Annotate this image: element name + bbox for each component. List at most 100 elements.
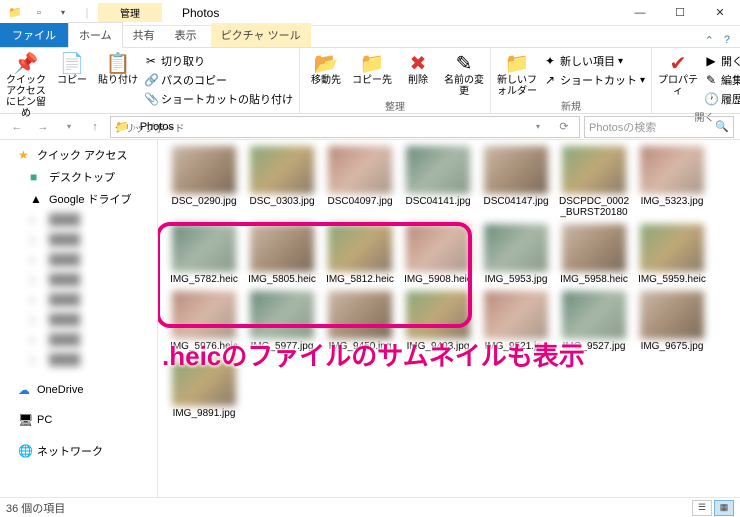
- file-thumbnail: [640, 146, 704, 194]
- nav-up-button[interactable]: ↑: [84, 116, 106, 138]
- file-item[interactable]: IMG_9450.jpg: [324, 291, 396, 352]
- nav-pinned-item[interactable]: ▪████: [0, 330, 157, 350]
- nav-back-button[interactable]: ←: [6, 116, 28, 138]
- file-item[interactable]: IMG_9675.jpg: [636, 291, 708, 352]
- file-item[interactable]: IMG_5976.heic: [168, 291, 240, 352]
- file-item[interactable]: IMG_9527.jpg: [558, 291, 630, 352]
- nav-pinned-item[interactable]: ▪████: [0, 290, 157, 310]
- nav-forward-button[interactable]: →: [32, 116, 54, 138]
- status-item-count: 36 個の項目: [6, 500, 65, 516]
- qat-dropdown[interactable]: ▾: [52, 3, 74, 23]
- qat-divider: |: [76, 3, 98, 23]
- paste-shortcut-button[interactable]: 📎ショートカットの貼り付け: [142, 90, 295, 108]
- file-thumbnail: [250, 224, 314, 272]
- nav-pc[interactable]: 🖥PC: [0, 410, 157, 430]
- file-item[interactable]: IMG_5805.heic: [246, 224, 318, 285]
- nav-quick-access[interactable]: ★クイック アクセス: [0, 144, 157, 166]
- file-thumbnail: [406, 146, 470, 194]
- history-button[interactable]: 🕐履歴: [702, 90, 740, 108]
- view-details-button[interactable]: ☰: [692, 500, 712, 516]
- tab-home[interactable]: ホーム: [68, 22, 123, 48]
- file-thumbnail: [250, 146, 314, 194]
- file-thumbnail: [562, 291, 626, 339]
- file-item[interactable]: DSC_0290.jpg: [168, 146, 240, 218]
- tab-file[interactable]: ファイル: [0, 23, 68, 47]
- cut-button[interactable]: ✂切り取り: [142, 52, 295, 70]
- status-bar: 36 個の項目 ☰ ▦: [0, 497, 740, 517]
- file-list[interactable]: DSC_0290.jpgDSC_0303.jpgDSC04097.jpgDSC0…: [158, 140, 740, 497]
- move-to-button[interactable]: 📂移動先: [304, 50, 348, 86]
- refresh-button[interactable]: ⟳: [553, 116, 575, 138]
- file-item[interactable]: IMG_5977.jpg: [246, 291, 318, 352]
- file-name: IMG_5782.heic: [170, 274, 238, 285]
- file-item[interactable]: IMG_9521.jpg: [480, 291, 552, 352]
- file-name: IMG_5805.heic: [248, 274, 316, 285]
- breadcrumb-segment[interactable]: Photos: [140, 121, 174, 133]
- file-item[interactable]: IMG_9493.jpg: [402, 291, 474, 352]
- view-thumbnails-button[interactable]: ▦: [714, 500, 734, 516]
- tab-view[interactable]: 表示: [165, 23, 207, 47]
- file-thumbnail: [328, 146, 392, 194]
- file-item[interactable]: IMG_5812.heic: [324, 224, 396, 285]
- file-thumbnail: [484, 224, 548, 272]
- nav-desktop[interactable]: ■デスクトップ: [0, 166, 157, 188]
- qat-item[interactable]: ▫: [28, 3, 50, 23]
- nav-google-drive[interactable]: ▲Google ドライブ: [0, 188, 157, 210]
- nav-pinned-item[interactable]: ▪████: [0, 350, 157, 370]
- pin-quick-access-button[interactable]: 📌クイック アクセスにピン留め: [4, 50, 48, 119]
- group-label-new: 新規: [495, 97, 647, 115]
- paste-button[interactable]: 📋貼り付け: [96, 50, 140, 86]
- search-box[interactable]: Photosの検索 🔍: [584, 116, 734, 138]
- address-history-dropdown[interactable]: ▾: [527, 116, 549, 138]
- ribbon-collapse-icon[interactable]: ⌃: [705, 34, 714, 47]
- nav-network[interactable]: 🌐ネットワーク: [0, 440, 157, 462]
- file-item[interactable]: DSCPDC_0002_BURST20180722123632349_COVER…: [558, 146, 630, 218]
- rename-button[interactable]: ✎名前の変更: [442, 50, 486, 97]
- new-folder-button[interactable]: 📁新しいフォルダー: [495, 50, 539, 97]
- file-thumbnail: [172, 291, 236, 339]
- copy-path-button[interactable]: 🔗パスのコピー: [142, 71, 295, 89]
- file-item[interactable]: IMG_5958.heic: [558, 224, 630, 285]
- new-item-button[interactable]: ✦新しい項目 ▾: [541, 52, 647, 70]
- tab-share[interactable]: 共有: [123, 23, 165, 47]
- maximize-button[interactable]: ☐: [660, 0, 700, 26]
- open-button[interactable]: ▶開く ▾: [702, 52, 740, 70]
- close-button[interactable]: ✕: [700, 0, 740, 26]
- nav-onedrive[interactable]: ☁OneDrive: [0, 380, 157, 400]
- minimize-button[interactable]: —: [620, 0, 660, 26]
- file-item[interactable]: IMG_5959.heic: [636, 224, 708, 285]
- address-box[interactable]: 📁 › Photos ▾ ⟳: [110, 116, 580, 138]
- copy-to-button[interactable]: 📁コピー先: [350, 50, 394, 86]
- edit-button[interactable]: ✎編集: [702, 71, 740, 89]
- file-item[interactable]: DSC04097.jpg: [324, 146, 396, 218]
- file-item[interactable]: IMG_5953.jpg: [480, 224, 552, 285]
- file-item[interactable]: IMG_5782.heic: [168, 224, 240, 285]
- file-item[interactable]: IMG_5323.jpg: [636, 146, 708, 218]
- address-bar: ← → ▾ ↑ 📁 › Photos ▾ ⟳ Photosの検索 🔍: [0, 114, 740, 140]
- folder-icon: 📁: [115, 120, 129, 133]
- file-name: DSC04147.jpg: [483, 196, 548, 207]
- file-item[interactable]: IMG_9891.jpg: [168, 358, 240, 419]
- file-item[interactable]: IMG_5908.heic: [402, 224, 474, 285]
- properties-button[interactable]: ✔プロパティ: [656, 50, 700, 97]
- file-name: IMG_9521.jpg: [485, 341, 548, 352]
- file-name: IMG_5323.jpg: [641, 196, 704, 207]
- nav-pinned-item[interactable]: ▪████: [0, 250, 157, 270]
- file-thumbnail: [328, 224, 392, 272]
- nav-pinned-item[interactable]: ▪████: [0, 210, 157, 230]
- copy-button[interactable]: 📄コピー: [50, 50, 94, 86]
- file-name: IMG_5959.heic: [638, 274, 706, 285]
- nav-pinned-item[interactable]: ▪████: [0, 270, 157, 290]
- window-title: Photos: [182, 6, 219, 20]
- help-icon[interactable]: ?: [724, 34, 730, 47]
- file-thumbnail: [640, 224, 704, 272]
- nav-history-dropdown[interactable]: ▾: [58, 116, 80, 138]
- file-item[interactable]: DSC_0303.jpg: [246, 146, 318, 218]
- nav-pinned-item[interactable]: ▪████: [0, 310, 157, 330]
- file-item[interactable]: DSC04147.jpg: [480, 146, 552, 218]
- tab-picture-tools[interactable]: ピクチャ ツール: [211, 23, 311, 47]
- shortcut-button[interactable]: ↗ショートカット ▾: [541, 71, 647, 89]
- file-item[interactable]: DSC04141.jpg: [402, 146, 474, 218]
- delete-button[interactable]: ✖削除: [396, 50, 440, 86]
- nav-pinned-item[interactable]: ▪████: [0, 230, 157, 250]
